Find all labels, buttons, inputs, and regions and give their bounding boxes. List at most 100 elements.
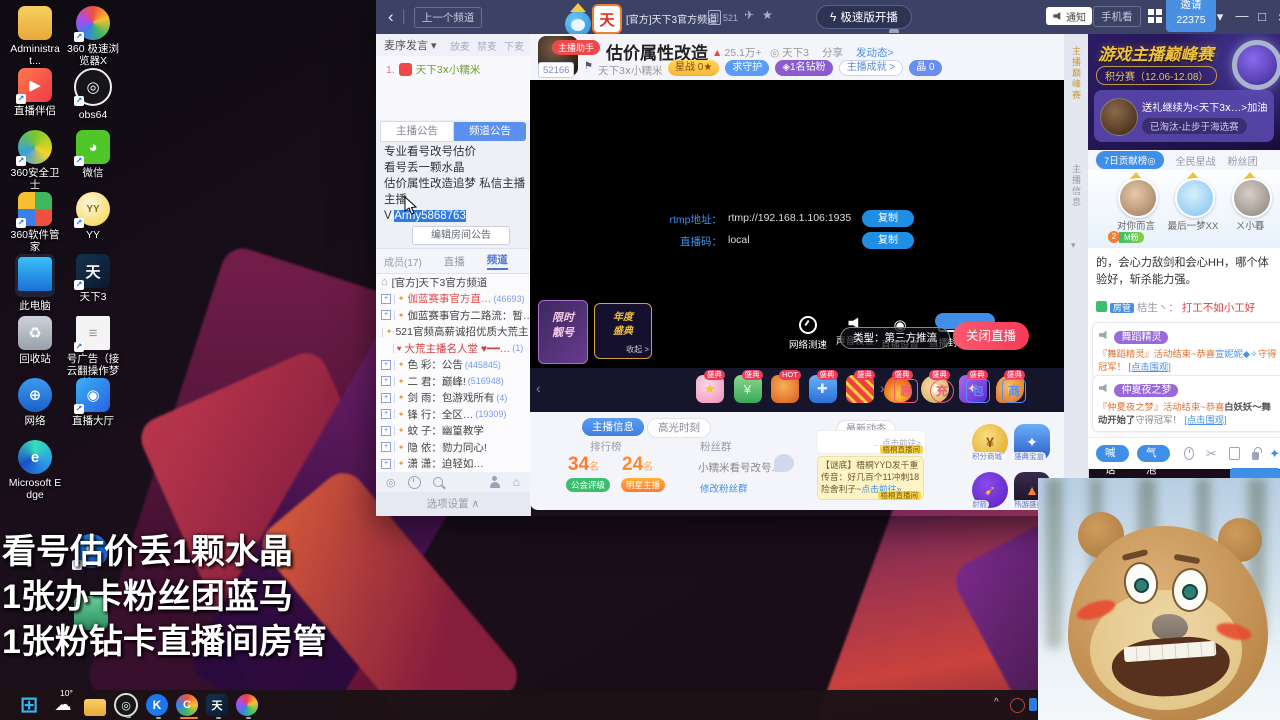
queue-user-name[interactable]: 天下3ⅹ小糯米: [416, 62, 481, 77]
shop-惠-icon[interactable]: 惠: [894, 379, 918, 403]
rank-value-1[interactable]: 34名: [568, 454, 599, 476]
obs-tray-icon[interactable]: [1010, 698, 1025, 713]
tab-streamer-info[interactable]: 主播信息: [582, 418, 644, 436]
contributor-avatar[interactable]: [1118, 178, 1158, 218]
channel-row[interactable]: +|✦隐 依：勠力同心!: [376, 439, 530, 456]
streamer-badge[interactable]: 晶 0: [909, 60, 941, 76]
shop-包-icon[interactable]: 包: [966, 379, 990, 403]
tab-highlights[interactable]: 高光时刻: [647, 418, 711, 438]
history-icon[interactable]: [408, 476, 421, 489]
news-note-2[interactable]: 【谜底】梧桐YYD发千重传音：好几百个11冲刺18险舍利子~点击前往» 梧桐直播…: [817, 456, 924, 500]
contributor-avatar[interactable]: [1175, 178, 1215, 218]
channel-row[interactable]: +|✦伽蓝赛事官方二路流：暂…: [376, 307, 530, 324]
carousel-right-icon[interactable]: ›: [880, 380, 885, 396]
tray-expand-icon[interactable]: ^: [994, 697, 999, 708]
copy-code-button[interactable]: 复制: [862, 232, 914, 249]
streamer-badge[interactable]: 主播成就 >: [839, 60, 904, 76]
tab-members[interactable]: 成员(17): [384, 254, 422, 269]
carousel-left-icon[interactable]: ‹: [536, 380, 541, 396]
channel-row[interactable]: |♥大荒主播名人堂 ♥━━…(1): [376, 340, 530, 357]
streamer-badge[interactable]: 求守护: [725, 60, 769, 76]
maximize-button[interactable]: □: [1252, 9, 1272, 24]
replay-badge[interactable]: 回 521: [708, 10, 738, 25]
channel-row[interactable]: +|✦二 君：巅峰!(516948): [376, 373, 530, 390]
image-icon[interactable]: [1229, 447, 1240, 460]
kuaishou-taskbar[interactable]: K: [146, 694, 168, 716]
desktop-icon-yy[interactable]: YY↗YY: [64, 192, 122, 241]
channel-row[interactable]: ⌂[官方]天下3官方频道: [376, 274, 530, 291]
gift-star-doll[interactable]: ★盛典: [696, 375, 724, 403]
360-browser-taskbar[interactable]: C: [176, 694, 198, 716]
member-card-icon[interactable]: ◎: [386, 476, 396, 489]
shop-充-icon[interactable]: 充: [930, 379, 954, 403]
obs-taskbar[interactable]: ◎: [114, 693, 138, 717]
tray-icon[interactable]: [1029, 698, 1037, 711]
promo-banner-gala[interactable]: 年度盛典 收起 >: [594, 303, 652, 359]
peak-contest-banner[interactable]: 游戏主播巅峰赛 积分赛（12.06-12.08） 送礼继续为<天下3ⅹ…>加油 …: [1088, 34, 1280, 150]
streamer-badge[interactable]: ◈1名钻粉: [775, 60, 832, 76]
invite-button[interactable]: 邀请22375: [1166, 0, 1216, 32]
promo-banner-limited[interactable]: 限时靓号: [538, 300, 588, 364]
desktop-icon-360-safe[interactable]: ↗360安全卫士: [6, 130, 64, 191]
back-icon[interactable]: ‹: [388, 7, 394, 27]
share-button[interactable]: 分享: [822, 45, 843, 60]
grid-icon[interactable]: [1148, 9, 1162, 23]
collapse-link[interactable]: 收起 >: [626, 343, 649, 357]
strip-collapse-icon[interactable]: ▾: [1071, 240, 1076, 251]
stream-type-pill[interactable]: 类型：第三方推流: [840, 327, 950, 349]
close-button[interactable]: ×: [1272, 9, 1280, 25]
mic-control-放麦[interactable]: 放麦: [450, 38, 470, 53]
edit-fans-link[interactable]: 修改粉丝群: [700, 481, 748, 495]
pin-icon[interactable]: ✦: [1269, 446, 1280, 462]
gift-gift-box[interactable]: ✚盛典: [809, 375, 837, 403]
strip-tab-peak[interactable]: 主播巅峰赛: [1070, 46, 1083, 101]
notice-button[interactable]: 通知: [1046, 7, 1092, 25]
desktop-icon-recycle-bin[interactable]: ♻回收站: [6, 316, 64, 365]
start-button[interactable]: ⊞: [16, 692, 42, 718]
edit-announce-button[interactable]: 编辑房间公告: [412, 226, 510, 245]
chat-username[interactable]: 桔生丶：: [1137, 302, 1179, 314]
mic-mode-select[interactable]: 麦序发言 ▾: [384, 37, 437, 53]
gift-firecracker[interactable]: 盛典: [846, 375, 874, 403]
desktop-icon-obs[interactable]: ◎↗obs64: [64, 68, 122, 121]
desktop-icon-edge[interactable]: eMicrosoft Edge: [6, 440, 64, 501]
mic-control-禁麦[interactable]: 禁麦: [477, 38, 497, 53]
tab-channels[interactable]: 频道: [487, 252, 508, 270]
channel-row[interactable]: +|✦伽蓝赛事官方直…(46693): [376, 291, 530, 308]
options-bar[interactable]: 选项设置 ∧: [376, 492, 530, 516]
post-update-link[interactable]: 发动态>: [856, 45, 894, 60]
tab-streamer-announce[interactable]: 主播公告: [380, 121, 454, 142]
desktop-icon-folder[interactable]: Administrat...: [6, 6, 64, 67]
weather-widget[interactable]: ☁10°: [50, 692, 76, 718]
plane-icon[interactable]: ✈: [744, 8, 754, 22]
channel-row[interactable]: +|✦色 彩：公告(445845): [376, 357, 530, 374]
rainbow-browser-taskbar[interactable]: [236, 694, 258, 716]
shop-商-icon[interactable]: 商: [1002, 379, 1026, 403]
tab-star-war[interactable]: 全民星战: [1176, 153, 1216, 168]
desktop-icon-360-manager[interactable]: ↗360软件管家: [6, 192, 64, 253]
desktop-icon-tianxia3[interactable]: 天↗天下3: [64, 254, 122, 303]
clock-icon[interactable]: [1184, 447, 1194, 460]
scissors-icon[interactable]: ✂: [1206, 446, 1217, 462]
watch-link[interactable]: [点击围观]: [1129, 362, 1171, 372]
strip-tab-info[interactable]: 主播信息: [1070, 164, 1083, 208]
desktop-icon-network[interactable]: ⊕网络: [6, 378, 64, 427]
desktop-icon-live-hall[interactable]: ◉↗直播大厅: [64, 378, 122, 427]
prev-channel-button[interactable]: 上一个频道: [414, 7, 483, 28]
tab-live[interactable]: 直播: [444, 254, 465, 269]
tool-speed-gauge[interactable]: 网络测速: [786, 316, 830, 351]
profile-icon[interactable]: [489, 476, 501, 488]
file-explorer[interactable]: [84, 699, 106, 716]
shout-button[interactable]: 喊话: [1096, 445, 1129, 462]
tianxia3-taskbar[interactable]: 天: [206, 694, 228, 716]
tab-channel-announce[interactable]: 频道公告: [454, 122, 526, 141]
channel-row[interactable]: +|✦潇 潇：迫轻如…: [376, 456, 530, 473]
speed-start-button[interactable]: ϟ 极速版开播: [816, 5, 912, 29]
minimize-button[interactable]: —: [1232, 8, 1252, 23]
channel-row[interactable]: +|✦剑 雨：包游戏所有(4): [376, 390, 530, 407]
desktop-icon-this-pc[interactable]: 此电脑: [6, 254, 64, 312]
close-stream-button[interactable]: 关闭直播: [953, 322, 1029, 350]
gift-cash-notes[interactable]: ¥盛典: [734, 375, 762, 403]
desktop-icon-live-companion[interactable]: ▶↗直播伴侣: [6, 68, 64, 117]
game-tag[interactable]: ◎ 天下3: [770, 45, 809, 60]
